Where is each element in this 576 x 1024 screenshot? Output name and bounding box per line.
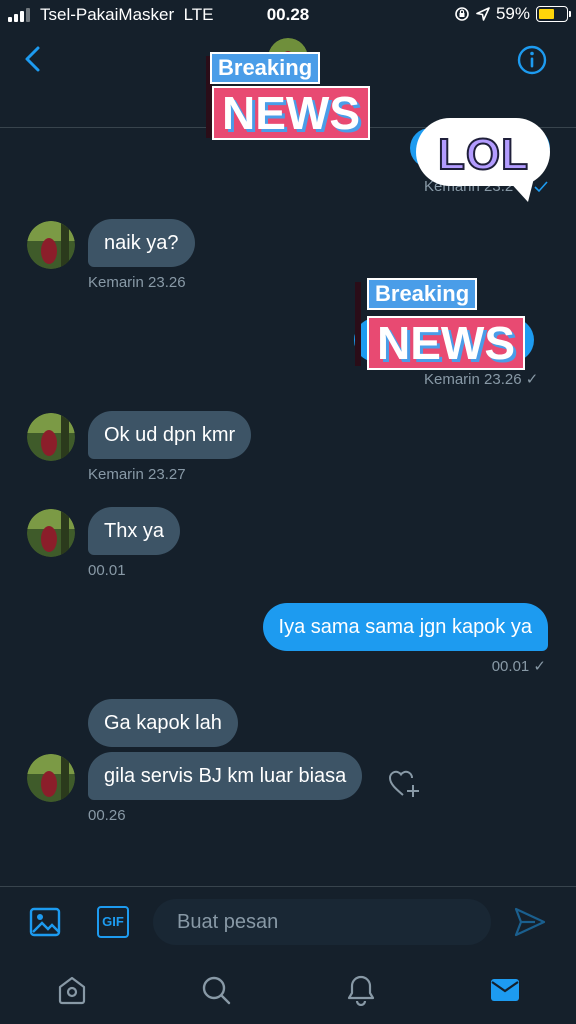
heart-add-icon[interactable] <box>388 768 422 800</box>
message-meta: 00.01 ✓ <box>491 658 546 675</box>
sticker-breaking-label: Breaking <box>210 52 321 84</box>
chevron-left-icon[interactable] <box>18 44 48 74</box>
status-right: 59% <box>454 4 571 24</box>
avatar[interactable] <box>27 221 75 269</box>
location-arrow-icon <box>476 7 490 21</box>
message-incoming[interactable]: Thx ya <box>88 507 181 555</box>
message-outgoing[interactable]: Iya sama sama jgn kapok ya <box>262 603 548 651</box>
message-meta: 00.01 <box>88 562 126 579</box>
send-icon[interactable] <box>514 907 546 937</box>
status-bar: Tsel-PakaiMasker LTE 00.28 59% <box>0 0 576 30</box>
message-meta: Kemarin 23.27 <box>88 466 186 483</box>
sticker-news-label: NEWS <box>367 316 525 370</box>
sticker-breaking-label: Breaking <box>367 278 478 310</box>
messages-mail-icon[interactable] <box>489 974 521 1006</box>
battery-icon <box>536 6 571 22</box>
sticker-lol-label: LOL <box>437 129 529 180</box>
avatar[interactable] <box>27 754 75 802</box>
sticker-news-label: NEWS <box>212 86 370 140</box>
message-meta: Kemarin 23.26 ✓ <box>424 371 539 388</box>
message-composer: GIF Buat pesan <box>0 886 576 958</box>
gif-button[interactable]: GIF <box>97 906 129 938</box>
lock-rotation-icon <box>455 7 469 21</box>
message-incoming[interactable]: naik ya? <box>88 219 195 267</box>
message-incoming[interactable]: Ok ud dpn kmr <box>88 411 252 459</box>
info-icon[interactable] <box>516 44 548 76</box>
message-meta: 00.26 <box>88 807 126 824</box>
message-incoming[interactable]: Ga kapok lah <box>88 699 238 747</box>
message-incoming[interactable]: gila servis BJ km luar biasa <box>88 752 363 800</box>
notifications-bell-icon[interactable] <box>345 974 377 1006</box>
avatar[interactable] <box>27 509 75 557</box>
message-input[interactable]: Buat pesan <box>153 899 491 945</box>
home-icon[interactable] <box>56 974 88 1006</box>
search-icon[interactable] <box>200 974 232 1006</box>
lol-sticker: LOL <box>414 112 554 204</box>
image-icon[interactable] <box>29 906 61 938</box>
tab-bar <box>0 958 576 1024</box>
battery-percent: 59% <box>495 4 530 23</box>
message-meta: Kemarin 23.26 <box>88 274 186 291</box>
avatar[interactable] <box>27 413 75 461</box>
